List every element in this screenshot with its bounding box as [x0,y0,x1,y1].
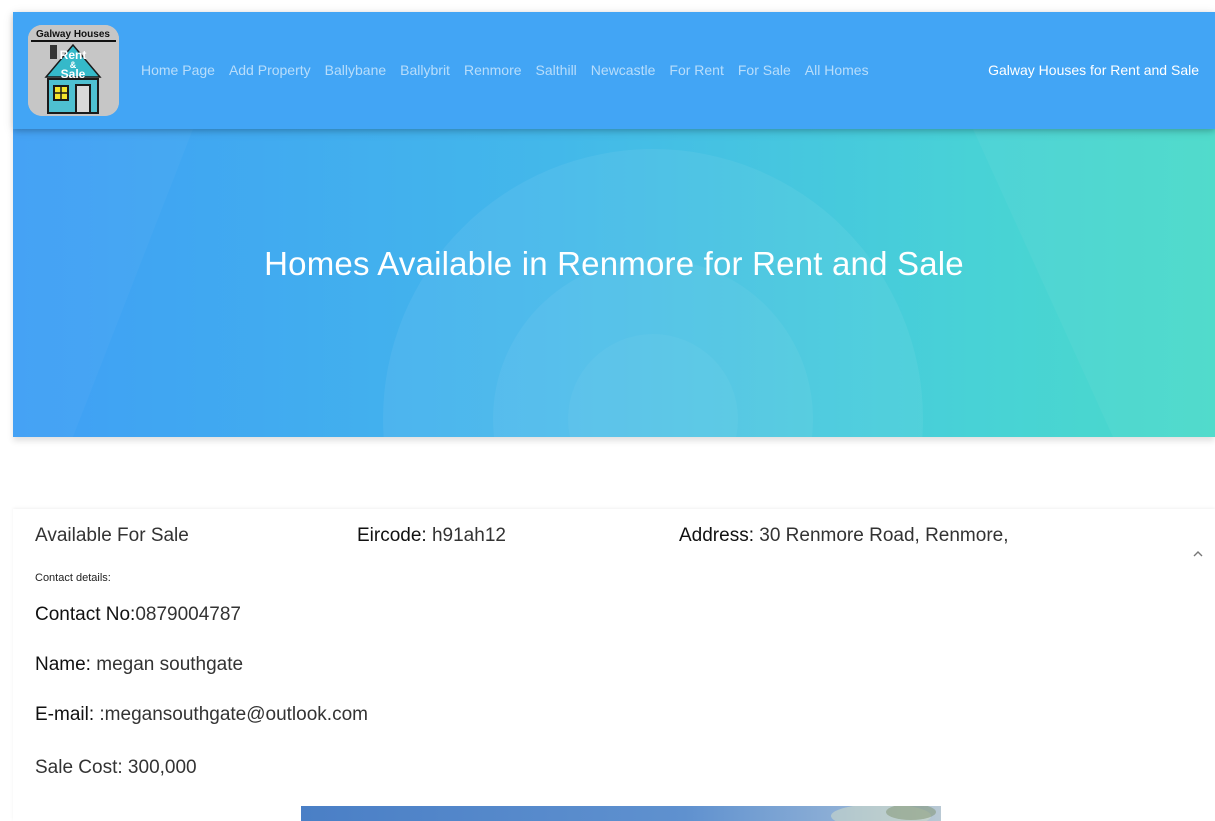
hero-banner: Homes Available in Renmore for Rent and … [13,129,1215,437]
listing-status: Available For Sale [35,525,189,546]
contact-email: E-mail: :megansouthgate@outlook.com [35,704,368,726]
listing-address: Address: 30 Renmore Road, Renmore, [679,525,1009,547]
name-label: Name: [35,654,91,675]
nav-link-add-property[interactable]: Add Property [229,62,311,78]
address-value: 30 Renmore Road, Renmore, [753,525,1009,546]
eircode-label: Eircode: [357,525,427,546]
hero-background-pattern [383,129,1215,437]
nav-link-newcastle[interactable]: Newcastle [591,62,656,78]
email-value: :megansouthgate@outlook.com [94,704,368,725]
phone-value: 0879004787 [135,604,241,625]
nav-link-all-homes[interactable]: All Homes [805,62,869,78]
nav-link-renmore[interactable]: Renmore [464,62,522,78]
contact-phone: Contact No:0879004787 [35,604,241,626]
contact-heading: Contact details: [35,572,111,584]
sale-cost: Sale Cost: 300,000 [35,757,197,778]
listing-eircode: Eircode: h91ah12 [357,525,506,547]
nav-link-for-rent[interactable]: For Rent [669,62,723,78]
site-logo[interactable]: Galway Houses Rent & Sale [28,25,119,116]
page-title: Homes Available in Renmore for Rent and … [264,245,964,282]
email-label: E-mail: [35,704,95,725]
name-value: megan southgate [90,654,244,675]
chevron-up-icon[interactable] [1191,547,1205,561]
contact-name: Name: megan southgate [35,654,243,676]
navbar: Galway Houses Rent & Sale Home Page Add … [13,12,1215,129]
eircode-value: h91ah12 [426,525,506,546]
nav-link-ballybane[interactable]: Ballybane [325,62,387,78]
listing-panel: Available For Sale Eircode: h91ah12 Addr… [13,509,1215,821]
nav-link-home[interactable]: Home Page [141,62,215,78]
phone-label: Contact No: [35,604,136,625]
property-photo [301,806,941,821]
nav-link-for-sale[interactable]: For Sale [738,62,791,78]
house-icon: Galway Houses Rent & Sale [28,25,119,116]
listing-header[interactable]: Available For Sale Eircode: h91ah12 Addr… [13,525,1215,557]
logo-text-line1: Galway Houses [36,29,110,40]
brand-title[interactable]: Galway Houses for Rent and Sale [988,62,1199,78]
nav-link-ballybrit[interactable]: Ballybrit [400,62,450,78]
tree-image [831,806,936,821]
nav-link-salthill[interactable]: Salthill [536,62,577,78]
nav-links: Home Page Add Property Ballybane Ballybr… [141,62,883,78]
address-label: Address: [679,525,754,546]
